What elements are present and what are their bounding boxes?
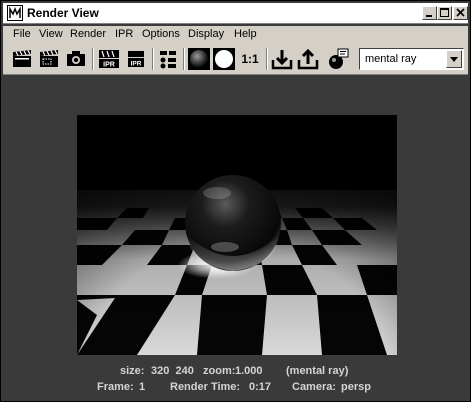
image-info-line: size: 320 240 zoom: 1.000 (mental ray) bbox=[3, 365, 468, 379]
camera-snapshot-icon[interactable] bbox=[65, 48, 87, 70]
menu-ipr[interactable]: IPR bbox=[115, 28, 133, 40]
keep-image-icon[interactable] bbox=[271, 48, 293, 70]
zoom-label: zoom: bbox=[203, 365, 236, 377]
render-settings-icon[interactable] bbox=[157, 48, 179, 70]
menu-display[interactable]: Display bbox=[188, 28, 224, 40]
chrome-sphere bbox=[185, 175, 281, 271]
close-icon bbox=[456, 8, 465, 17]
zoom-value: 1.000 bbox=[235, 365, 263, 377]
render-log-icon[interactable] bbox=[327, 48, 349, 70]
menu-view[interactable]: View bbox=[39, 28, 63, 40]
remove-image-icon[interactable] bbox=[297, 48, 319, 70]
chevron-down-icon bbox=[450, 57, 458, 62]
render-viewport[interactable]: size: 320 240 zoom: 1.000 (mental ray) F… bbox=[3, 75, 468, 399]
close-button[interactable] bbox=[453, 6, 468, 20]
maya-app-icon bbox=[7, 5, 23, 21]
menu-bar: File View Render IPR Options Display Hel… bbox=[3, 26, 468, 44]
ipr-refresh-icon[interactable]: IPR bbox=[125, 48, 147, 70]
frame-value: 1 bbox=[139, 381, 146, 393]
rendered-scene bbox=[77, 115, 397, 355]
minimize-icon bbox=[426, 15, 432, 17]
toolbar-separator bbox=[152, 48, 154, 70]
render-time-label: Render Time: bbox=[170, 381, 241, 393]
render-info-line: Frame: 1 Render Time: 0:17 Camera: persp bbox=[3, 381, 468, 395]
frame-label: Frame: bbox=[97, 381, 134, 393]
title-bar[interactable]: Render View bbox=[3, 3, 468, 24]
renderer-dropdown-button[interactable] bbox=[446, 50, 462, 68]
renderer-value: mental ray bbox=[365, 53, 417, 65]
toolbar: IPR IPR 1:1 mental ray bbox=[3, 44, 468, 75]
menu-render[interactable]: Render bbox=[70, 28, 106, 40]
display-alpha-icon[interactable] bbox=[213, 48, 235, 70]
clapper-redo-icon[interactable] bbox=[11, 48, 33, 70]
size-label: size: bbox=[120, 365, 145, 377]
clapper-region-icon[interactable] bbox=[38, 48, 60, 70]
menu-file[interactable]: File bbox=[13, 28, 31, 40]
real-size-label: 1:1 bbox=[241, 52, 259, 66]
menu-help[interactable]: Help bbox=[234, 28, 257, 40]
rendered-image bbox=[77, 115, 397, 355]
toolbar-separator bbox=[266, 48, 268, 70]
ipr-label: IPR bbox=[103, 62, 115, 69]
menu-options[interactable]: Options bbox=[142, 28, 180, 40]
ipr-refresh-label: IPR bbox=[131, 61, 142, 68]
size-value: 320 240 bbox=[151, 365, 194, 377]
camera-value: persp bbox=[341, 381, 371, 393]
maximize-icon bbox=[440, 8, 449, 17]
renderer-select[interactable]: mental ray bbox=[359, 48, 464, 70]
toolbar-separator bbox=[92, 48, 94, 70]
display-rgb-icon[interactable] bbox=[188, 48, 210, 70]
toolbar-separator bbox=[183, 48, 185, 70]
maximize-button[interactable] bbox=[437, 6, 452, 20]
render-view-window: Render View File View Render IPR Options… bbox=[0, 0, 471, 402]
window-title: Render View bbox=[27, 6, 99, 20]
display-real-size-icon[interactable]: 1:1 bbox=[239, 48, 261, 70]
renderer-info: (mental ray) bbox=[286, 365, 349, 377]
render-time-value: 0:17 bbox=[249, 381, 272, 393]
ipr-render-icon[interactable]: IPR bbox=[98, 48, 120, 70]
camera-label: Camera: bbox=[292, 381, 337, 393]
minimize-button[interactable] bbox=[422, 6, 437, 20]
